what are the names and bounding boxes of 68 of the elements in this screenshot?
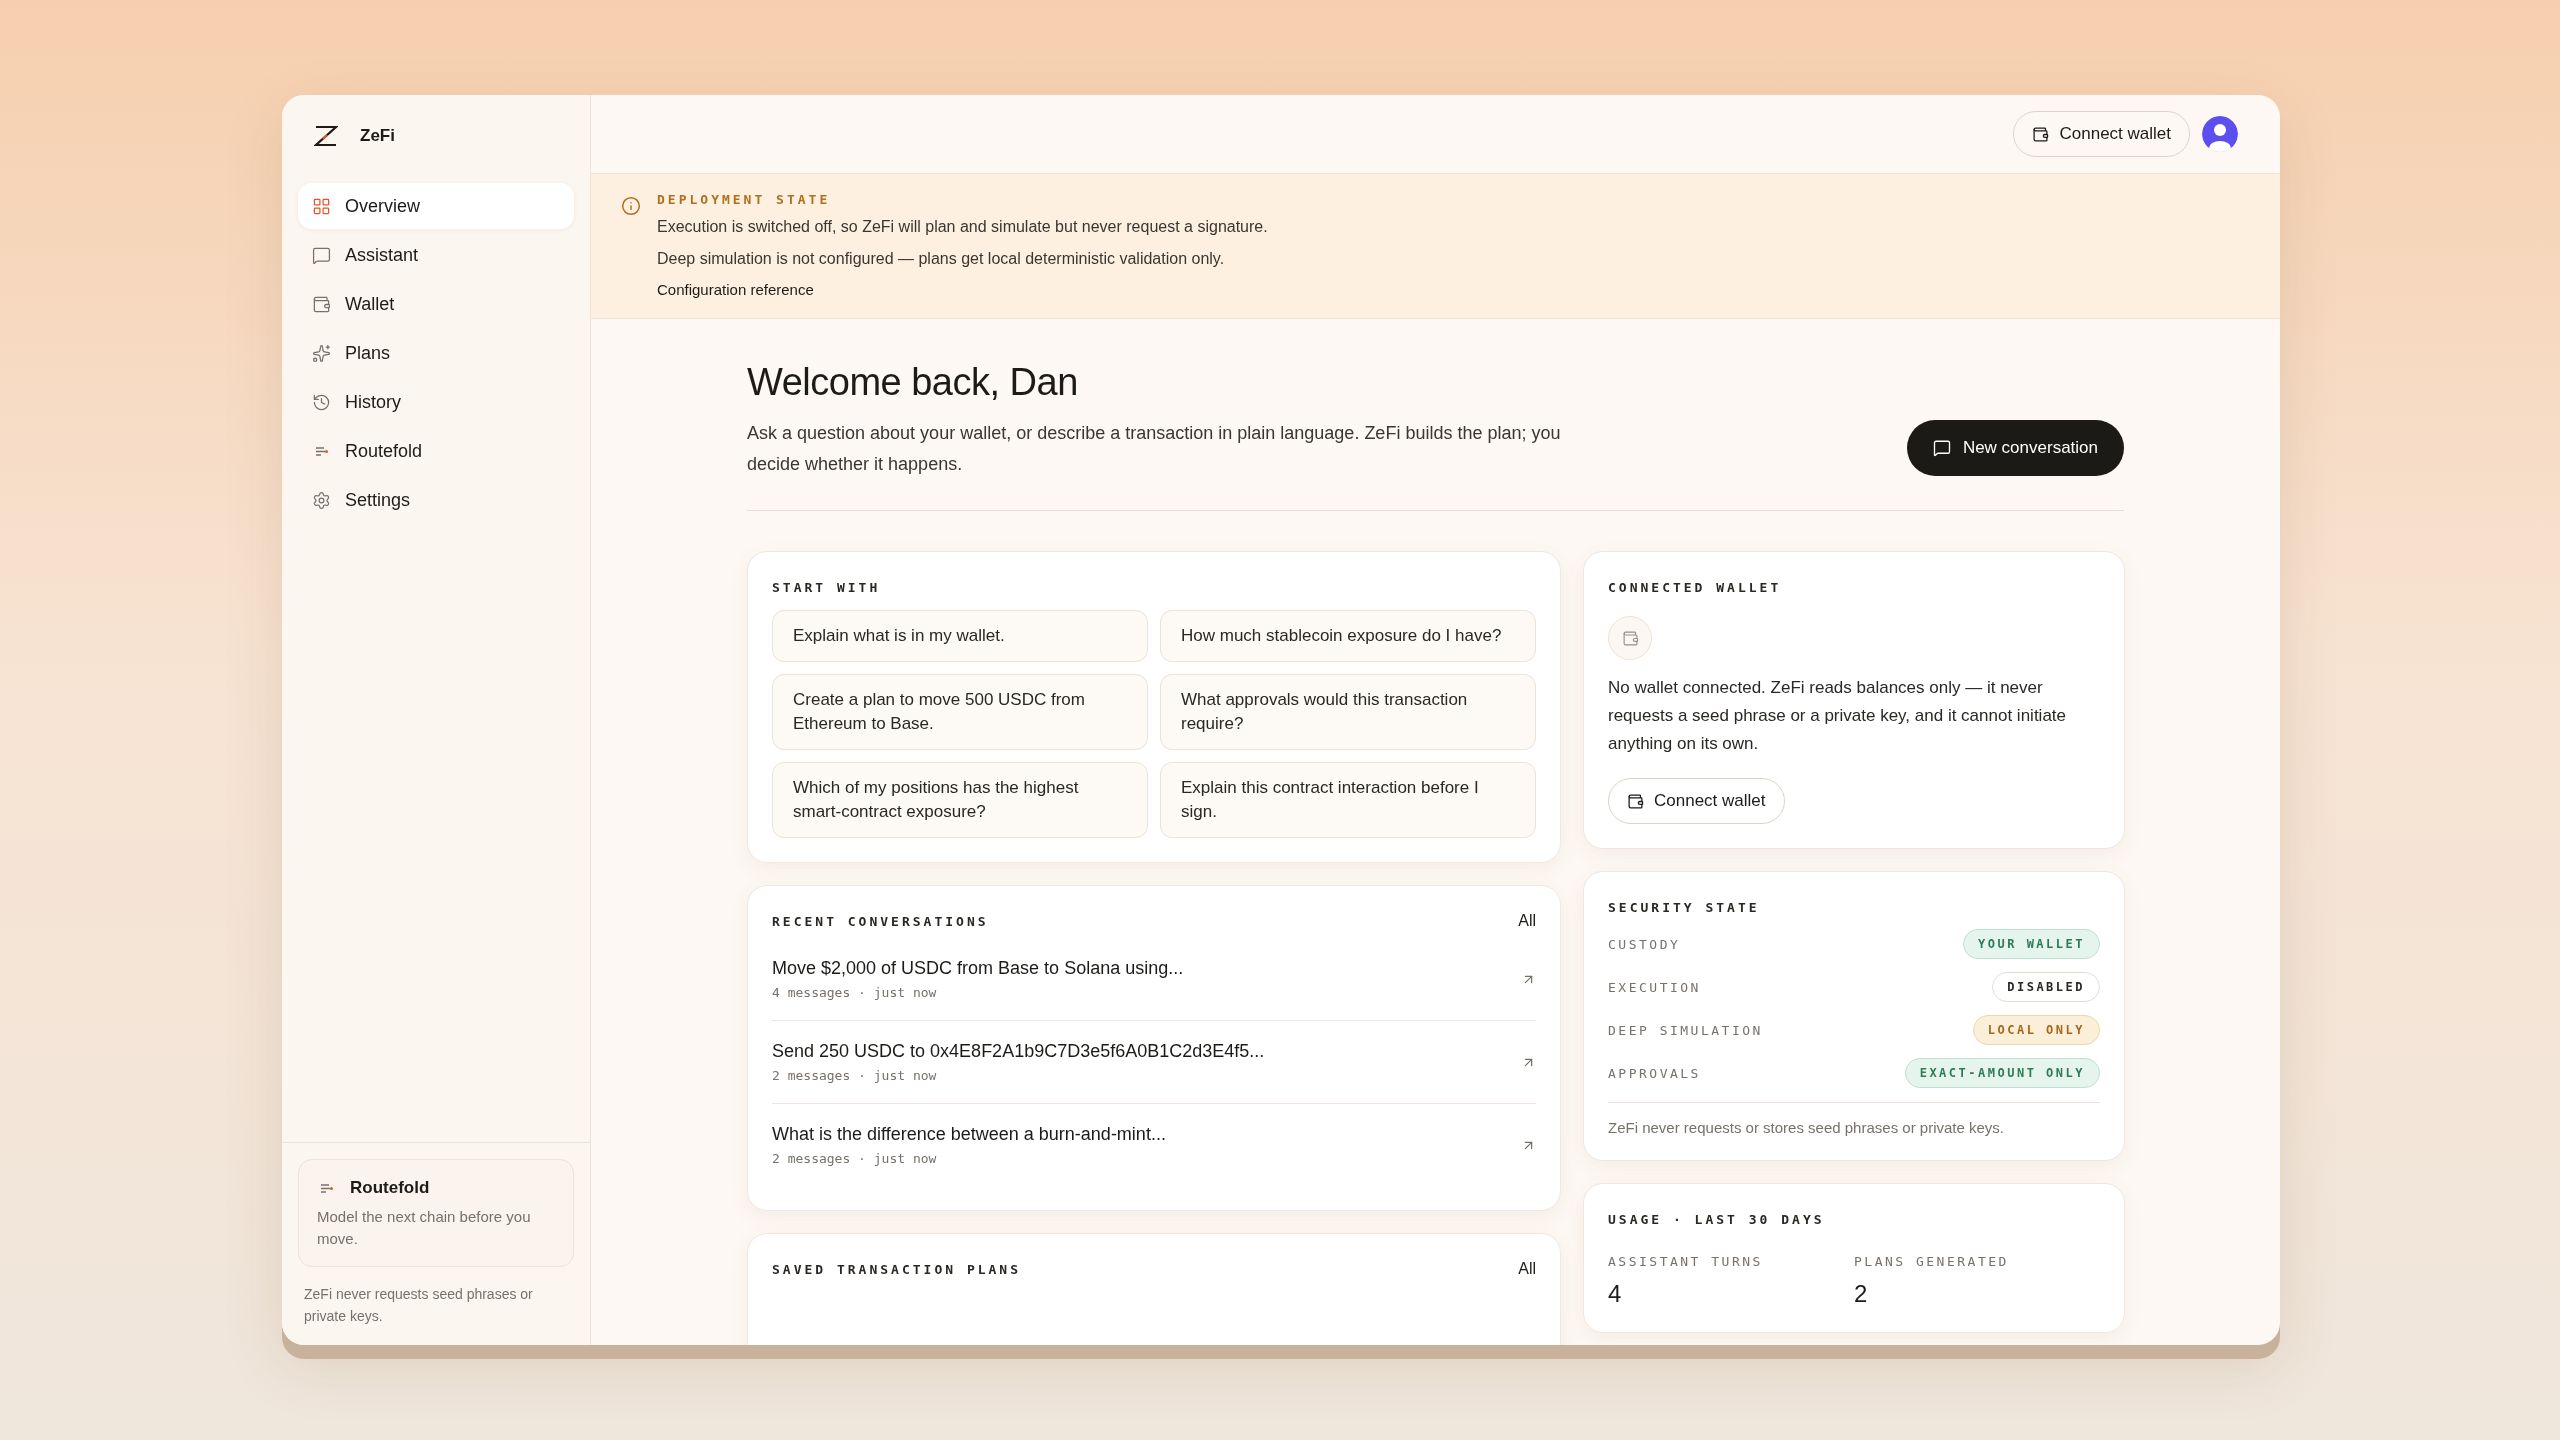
wallet-icon bbox=[2032, 125, 2050, 143]
card-title: RECENT CONVERSATIONS bbox=[772, 913, 989, 929]
chat-icon bbox=[312, 245, 331, 265]
conversation-title[interactable]: Move $2,000 of USDC from Base to Solana using... bbox=[772, 958, 1184, 979]
promo-card[interactable]: Routefold Model the next chain before you move. bbox=[298, 1159, 574, 1267]
configuration-link[interactable]: Configuration reference bbox=[657, 281, 814, 298]
nav-item[interactable]: Overview bbox=[298, 183, 574, 229]
prompt-chip[interactable]: How much stablecoin exposure do I have? bbox=[1160, 610, 1536, 662]
prompt-chip[interactable]: Explain what is in my wallet. bbox=[772, 610, 1148, 662]
prompt-chip[interactable]: Explain this contract interaction before I sign. bbox=[1160, 762, 1536, 838]
stat-label: ASSISTANT TURNS bbox=[1608, 1254, 1763, 1269]
grid-icon bbox=[312, 196, 331, 216]
conversation-title[interactable]: Send 250 USDC to 0x4E8F2A1b9C7D3e5f6A0B1C2d3E4f5... bbox=[772, 1041, 1265, 1062]
logo-icon bbox=[314, 125, 338, 147]
security-label: CUSTODY bbox=[1608, 936, 1681, 952]
banner-text: Execution is switched off, so ZeFi will plan and simulate but never request a signature. bbox=[657, 217, 1268, 237]
conversation-meta: 2 messages · just now bbox=[772, 1151, 938, 1166]
brand-name: ZeFi bbox=[360, 126, 395, 146]
card-title: CONNECTED WALLET bbox=[1608, 580, 1782, 595]
wallet-icon bbox=[1608, 616, 1652, 660]
stat-value: 2 bbox=[1854, 1280, 1869, 1308]
page-title: Welcome back, Dan bbox=[747, 361, 1079, 404]
new-conversation-button[interactable]: New conversation bbox=[1906, 420, 2124, 476]
conversation-meta: 4 messages · just now bbox=[772, 985, 938, 1000]
promo-text: Model the next chain before you move. bbox=[317, 1207, 532, 1249]
settings-icon bbox=[312, 490, 331, 510]
banner-text: Deep simulation is not configured — plans get local deterministic validation only. bbox=[657, 249, 1226, 269]
info-icon bbox=[621, 196, 641, 216]
prompt-chip[interactable]: Which of my positions has the highest smart-contract exposure? bbox=[772, 762, 1148, 838]
wallet-icon bbox=[312, 294, 331, 314]
nav-item[interactable]: Wallet bbox=[298, 281, 574, 327]
banner-title: DEPLOYMENT STATE bbox=[657, 192, 832, 207]
security-label: EXECUTION bbox=[1608, 979, 1701, 995]
sparkles-icon bbox=[312, 343, 331, 363]
security-note: ZeFi never requests or stores seed phrases or private keys. bbox=[1608, 1102, 2100, 1136]
card-title: START WITH bbox=[772, 580, 881, 595]
security-label: DEEP SIMULATION bbox=[1608, 1022, 1763, 1038]
status-tag: LOCAL ONLY bbox=[1972, 1015, 2100, 1045]
stat-label: PLANS GENERATED bbox=[1854, 1254, 2009, 1269]
status-tag: YOUR WALLET bbox=[1963, 929, 2100, 959]
nav-item[interactable]: Assistant bbox=[298, 232, 574, 278]
nav-item[interactable]: Plans bbox=[298, 330, 574, 376]
nav-item[interactable]: History bbox=[298, 379, 574, 425]
stat-value: 4 bbox=[1608, 1280, 1623, 1308]
history-icon bbox=[312, 392, 331, 412]
welcome-text: Ask a question about your wallet, or describe a transaction in plain language. ZeFi builds the plan; you decide whether it happens. bbox=[747, 422, 1562, 476]
connect-wallet-button[interactable]: Connect wallet bbox=[1608, 778, 1785, 824]
security-label: APPROVALS bbox=[1608, 1065, 1701, 1081]
conversation-meta: 2 messages · just now bbox=[772, 1068, 938, 1083]
nav-item[interactable]: Routefold bbox=[298, 428, 574, 474]
card-title: SECURITY STATE bbox=[1608, 900, 1760, 915]
chat-icon bbox=[1932, 439, 1951, 457]
avatar-icon[interactable] bbox=[2202, 116, 2238, 152]
conversation-title[interactable]: What is the difference between a burn-and-mint... bbox=[772, 1124, 1166, 1145]
prompt-chip[interactable]: Create a plan to move 500 USDC from Ethereum to Base. bbox=[772, 674, 1148, 750]
promo-title: Routefold bbox=[350, 1178, 430, 1198]
status-tag: DISABLED bbox=[1992, 972, 2100, 1002]
all-link[interactable]: All bbox=[1518, 1260, 1536, 1278]
prompt-chip[interactable]: What approvals would this transaction require? bbox=[1160, 674, 1536, 750]
sidebar-note: ZeFi never requests seed phrases or private keys. bbox=[304, 1285, 534, 1326]
card-title: SAVED TRANSACTION PLANS bbox=[772, 1261, 1021, 1277]
nav-item[interactable]: Settings bbox=[298, 477, 574, 523]
wallet-text: No wallet connected. ZeFi reads balances only — it never requests a seed phrase or a private key, and it cannot initiate anything on its own. bbox=[1608, 677, 2067, 755]
status-tag: EXACT-AMOUNT ONLY bbox=[1904, 1058, 2100, 1088]
wallet-icon bbox=[1627, 792, 1644, 810]
connect-wallet-button[interactable]: Connect wallet bbox=[2013, 111, 2190, 157]
all-link[interactable]: All bbox=[1518, 912, 1536, 930]
card-title: USAGE · LAST 30 DAYS bbox=[1608, 1212, 1825, 1227]
